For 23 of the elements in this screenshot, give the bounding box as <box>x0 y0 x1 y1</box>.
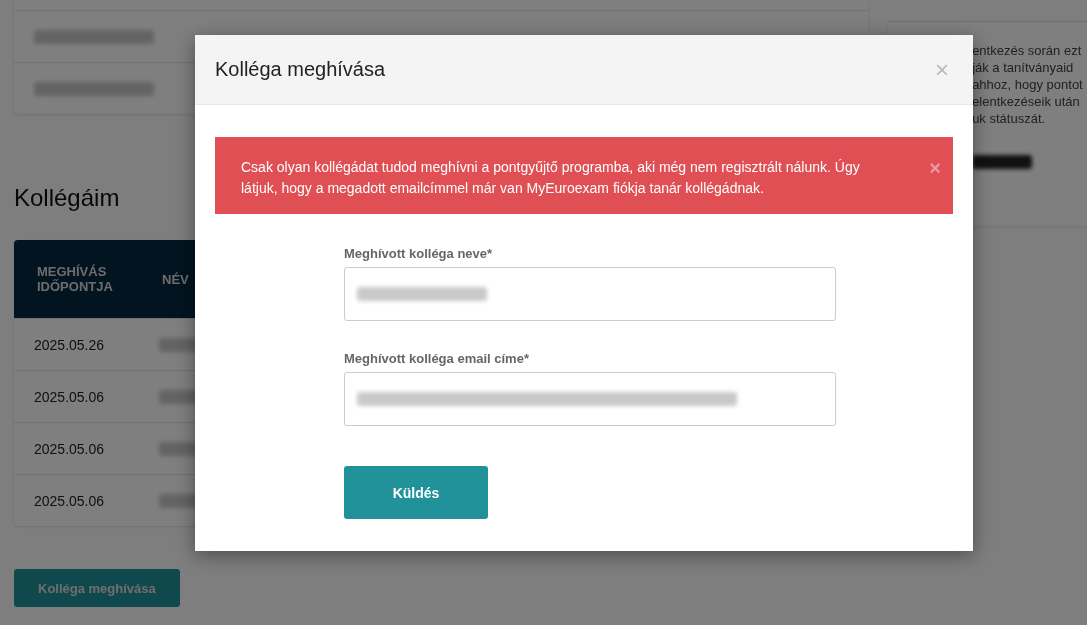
send-button[interactable]: Küldés <box>344 466 488 519</box>
close-button[interactable]: × <box>925 157 945 180</box>
input-field[interactable] <box>344 372 836 426</box>
input-field[interactable] <box>344 267 836 321</box>
info-text: ják a tanítványaid <box>972 59 1075 76</box>
table-cell-text: 2025.05.26 <box>33 336 106 353</box>
column-header: NÉV <box>161 271 189 287</box>
table-cell-text: 2025.05.06 <box>33 388 106 405</box>
modal-title: Kolléga meghívása <box>215 58 386 81</box>
field-label: Meghívott kolléga neve* <box>344 246 494 261</box>
column-header: MEGHÍVÁS IDŐPONTJA <box>36 264 114 294</box>
field-label: Meghívott kolléga email címe* <box>344 351 530 366</box>
info-text: ahhoz, hogy pontot <box>972 76 1084 93</box>
table-cell-text: 2025.05.06 <box>33 492 106 509</box>
invite-button[interactable]: Kolléga meghívása <box>14 569 180 607</box>
alert-message: Csak olyan kollégádat tudod meghívni a pontgyűjtő programba, aki még nem regisztrált nálunk. Úgy látjuk, hogy a megadott emailcímmel már van MyEuroexam fiókja tanár kollégádnak. <box>241 158 861 198</box>
info-text: entkezés során ezt <box>972 42 1083 59</box>
info-text: uk státuszát. <box>972 110 1047 127</box>
section-title: Kollégáim <box>14 184 120 212</box>
info-text: elentkezéseik után <box>972 93 1081 110</box>
redacted-text <box>972 155 1033 169</box>
close-button[interactable]: × <box>931 55 953 84</box>
table-cell-text: 2025.05.06 <box>33 440 106 457</box>
